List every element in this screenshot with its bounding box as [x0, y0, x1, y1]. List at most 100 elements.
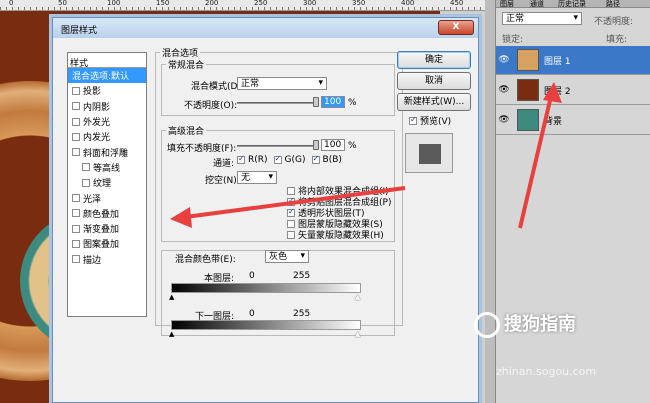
general-blending-legend: 常规混合 — [168, 61, 205, 71]
style-checkbox[interactable] — [72, 117, 80, 126]
opacity-label: 不透明度(O): — [184, 101, 238, 111]
knockout-label: 挖空(N): — [205, 176, 240, 186]
visibility-eye-icon[interactable]: 👁 — [496, 85, 512, 95]
fill-opacity-input[interactable]: 100 — [321, 139, 345, 151]
preview-checkbox[interactable] — [409, 115, 417, 125]
style-checkbox[interactable] — [72, 86, 80, 95]
blend-if-label: 混合颜色带(E): — [175, 255, 236, 265]
opacity-percent: % — [348, 98, 357, 108]
this-layer-high: 255 — [293, 271, 311, 281]
blend-if-select[interactable]: 灰色 — [265, 250, 309, 263]
advanced-option-row[interactable]: 矢量蒙版隐藏效果(H) — [287, 229, 391, 241]
layer-thumbnail — [517, 79, 539, 101]
ruler-tick-label: 350 — [351, 0, 367, 7]
style-item[interactable]: 内阴影 — [68, 99, 146, 114]
ruler-tick-label: 0 — [8, 0, 15, 7]
close-button[interactable]: X — [438, 20, 474, 35]
horizontal-ruler: 0 50 100 150 200 250 300 350 400 450 — [0, 0, 485, 11]
advanced-option-checkbox[interactable] — [287, 207, 295, 217]
lock-label: 锁定: — [502, 35, 524, 45]
style-checkbox[interactable] — [72, 102, 80, 111]
this-layer-white-slider[interactable]: ▲ — [355, 294, 360, 301]
tab-layers[interactable]: 图层 — [500, 0, 514, 9]
styles-list: 样式 混合选项:默认投影内阴影 外发光内发光 斜面和浮雕 等高线纹理 光泽颜色叠加渐变叠… — [67, 52, 147, 317]
advanced-option-checkbox[interactable] — [287, 230, 295, 239]
opacity-input[interactable]: 100 — [321, 96, 345, 108]
this-layer-gradient — [171, 283, 361, 293]
channels-label: 通道: — [213, 159, 235, 169]
style-item-label: 渐变叠加 — [83, 225, 120, 236]
ok-button[interactable]: 确定 — [397, 51, 471, 69]
fill-opacity-label: 填充不透明度(F): — [167, 144, 237, 154]
style-item-label: 内阴影 — [83, 102, 111, 113]
style-item[interactable]: 投影 — [68, 83, 146, 98]
style-item[interactable]: 光泽 — [68, 190, 146, 205]
dialog-title: 图层样式 — [61, 26, 98, 36]
layer-row[interactable]: 👁 图层 1 — [496, 46, 650, 75]
style-checkbox[interactable] — [72, 224, 80, 233]
style-checkbox[interactable] — [72, 194, 80, 203]
channel-checkbox-row[interactable]: B(B) — [311, 154, 342, 165]
style-item[interactable]: 外发光 — [68, 114, 146, 129]
style-item[interactable]: 渐变叠加 — [68, 221, 146, 236]
visibility-eye-icon[interactable]: 👁 — [496, 115, 512, 125]
opacity-slider-thumb[interactable] — [313, 97, 319, 107]
layer-name: 图层 1 — [544, 56, 571, 67]
channel-checkbox[interactable] — [273, 154, 282, 164]
blend-mode-select[interactable]: 正常 — [237, 77, 327, 90]
style-checkbox[interactable] — [72, 255, 80, 264]
channel-checkbox-row[interactable]: R(R) — [237, 154, 268, 165]
style-checkbox[interactable] — [72, 209, 80, 218]
layer-row[interactable]: 👁 背景 — [496, 106, 650, 135]
new-style-button[interactable]: 新建样式(W)... — [397, 93, 471, 111]
style-item-label: 颜色叠加 — [83, 209, 120, 220]
styles-header: 样式 — [68, 53, 146, 69]
style-item[interactable]: 纹理 — [68, 175, 146, 190]
ruler-tick-label: 400 — [400, 0, 416, 7]
style-checkbox[interactable] — [72, 148, 80, 157]
ruler-tick-label: 250 — [253, 0, 269, 7]
this-layer-black-slider[interactable]: ▲ — [169, 294, 174, 301]
style-checkbox[interactable] — [72, 132, 80, 141]
layer-style-dialog: 图层样式 X 样式 混合选项:默认投影内阴影 外发光内发光 斜面和浮雕 等高线纹理 光泽… — [52, 17, 479, 403]
tab-channels[interactable]: 通道 — [530, 0, 544, 9]
channel-checkbox[interactable] — [237, 154, 245, 164]
channel-checkbox-row[interactable]: G(G) — [273, 154, 306, 165]
layer-blend-mode-select[interactable]: 正常 — [502, 12, 582, 25]
style-item[interactable]: 内发光 — [68, 129, 146, 144]
style-item[interactable]: 颜色叠加 — [68, 206, 146, 221]
style-item[interactable]: 图案叠加 — [68, 236, 146, 251]
cancel-button[interactable]: 取消 — [397, 72, 471, 90]
style-item[interactable]: 混合选项:默认 — [68, 68, 146, 84]
style-item[interactable]: 斜面和浮雕 — [68, 144, 146, 159]
style-item-label: 投影 — [83, 87, 102, 98]
fill-opacity-slider[interactable] — [237, 145, 319, 147]
style-item[interactable]: 等高线 — [68, 160, 146, 175]
style-item[interactable]: 描边 — [68, 252, 146, 267]
knockout-select[interactable]: 无 — [237, 171, 277, 184]
advanced-option-checkbox[interactable] — [287, 196, 295, 206]
style-checkbox[interactable] — [82, 178, 90, 187]
layers-panel-tabs[interactable]: 图层 通道 历史记录 路径 — [496, 0, 650, 8]
dialog-titlebar[interactable]: 图层样式 X — [53, 18, 478, 38]
channel-checkbox[interactable] — [311, 154, 320, 164]
tab-paths[interactable]: 路径 — [606, 0, 620, 9]
style-checkbox[interactable] — [82, 163, 90, 172]
fill-opacity-slider-thumb[interactable] — [313, 140, 319, 150]
layer-row[interactable]: 👁 图层 2 — [496, 76, 650, 105]
preview-checkbox-row[interactable]: 预览(V) — [409, 114, 451, 127]
underlying-black-slider[interactable]: ▲ — [169, 331, 174, 338]
advanced-option-checkbox[interactable] — [287, 219, 295, 228]
style-preview-swatch — [405, 133, 453, 173]
fill-opacity-percent: % — [348, 141, 357, 151]
style-checkbox[interactable] — [72, 239, 80, 248]
visibility-eye-icon[interactable]: 👁 — [496, 55, 512, 65]
layer-name: 图层 2 — [544, 86, 571, 97]
tab-history[interactable]: 历史记录 — [558, 0, 586, 9]
style-item-label: 内发光 — [83, 133, 111, 144]
opacity-slider[interactable] — [237, 102, 319, 104]
watermark-url: zhinan.sogou.com — [496, 365, 597, 378]
advanced-option-checkbox[interactable] — [287, 186, 295, 195]
underlying-white-slider[interactable]: ▲ — [355, 331, 360, 338]
style-item-label: 纹理 — [93, 179, 112, 190]
